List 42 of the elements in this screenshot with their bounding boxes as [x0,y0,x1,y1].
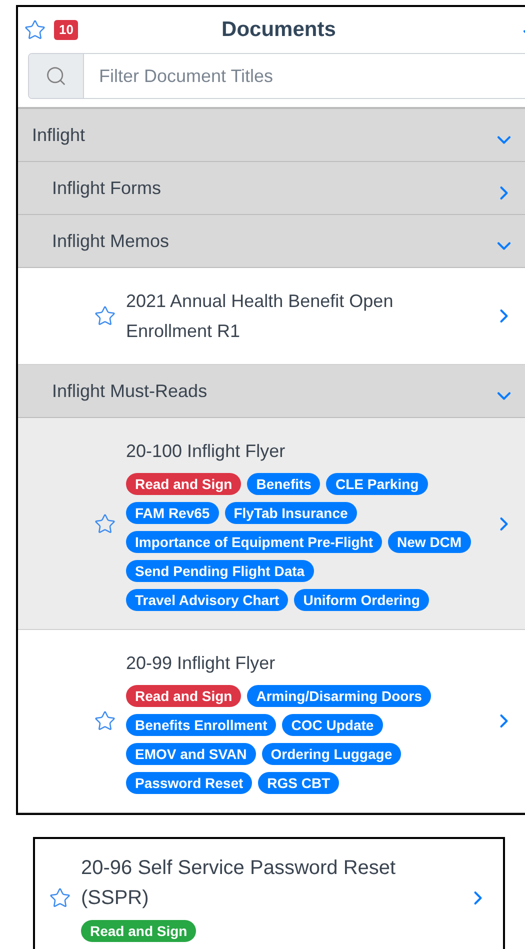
folder-row[interactable]: Inflight Memos [18,215,525,268]
panel-title: Documents [220,17,337,44]
star-icon[interactable] [94,305,116,327]
tag-badge: Password Reset [126,772,252,794]
star-icon[interactable] [24,19,46,41]
tag-badge: Ordering Luggage [262,743,402,765]
folder-row[interactable]: Inflight [18,109,525,162]
tag-badge: Importance of Equipment Pre-Flight [126,531,382,553]
star-icon[interactable] [94,710,116,732]
tag-badge: New DCM [388,531,471,553]
folder-label: Inflight Memos [52,230,170,253]
folder-label: Inflight [32,124,86,147]
folder-row[interactable]: Inflight Forms [18,162,525,215]
tag-badge: RGS CBT [258,772,340,794]
folder-label: Inflight Forms [52,176,162,200]
search-input[interactable]: Filter Document Titles [84,54,525,98]
tag-badge: Benefits Enrollment [126,714,276,736]
tag-badge: EMOV and SVAN [126,743,256,765]
document-row[interactable]: 20-100 Inflight Flyer Read and Sign Benefits CLE Parking FAM Rev65 FlyTab Insurance Importance of Equipment Pre-Flight New DCM Send Pending Flight Data Travel Advisory Chart Uniform Ordering [18,418,525,630]
tag-badge: Benefits [247,473,320,495]
tag-badge: FAM Rev65 [126,502,219,524]
tag-badge: Read and Sign [126,473,242,495]
document-title: 20-99 Inflight Flyer [126,652,276,675]
search-icon [45,65,67,87]
tag-badge: COC Update [282,714,383,736]
tag-badge: Arming/Disarming Doors [247,685,431,707]
search-field[interactable]: Filter Document Titles [28,53,525,99]
folder-row[interactable]: Inflight Must-Reads [18,365,525,418]
star-icon[interactable] [49,886,71,908]
document-title: 20-96 Self Service Password Reset (SSPR) [81,856,397,911]
tag-badge: Read and Sign [126,685,242,707]
tag-badge: Travel Advisory Chart [126,589,288,611]
star-icon[interactable] [94,512,116,534]
tag-badge: FlyTab Insurance [224,502,357,524]
document-title: 20-100 Inflight Flyer [126,440,286,463]
tag-badge: Uniform Ordering [294,589,429,611]
tag-badge: CLE Parking [326,473,428,495]
count-badge: 10 [54,20,78,40]
document-title: 2021 Annual Health Benefit Open Enrollment R1 [126,290,394,343]
tag-badge: Send Pending Flight Data [126,560,314,582]
folder-label: Inflight Must-Reads [52,380,208,403]
tag-badge: Read and Sign [81,920,196,942]
